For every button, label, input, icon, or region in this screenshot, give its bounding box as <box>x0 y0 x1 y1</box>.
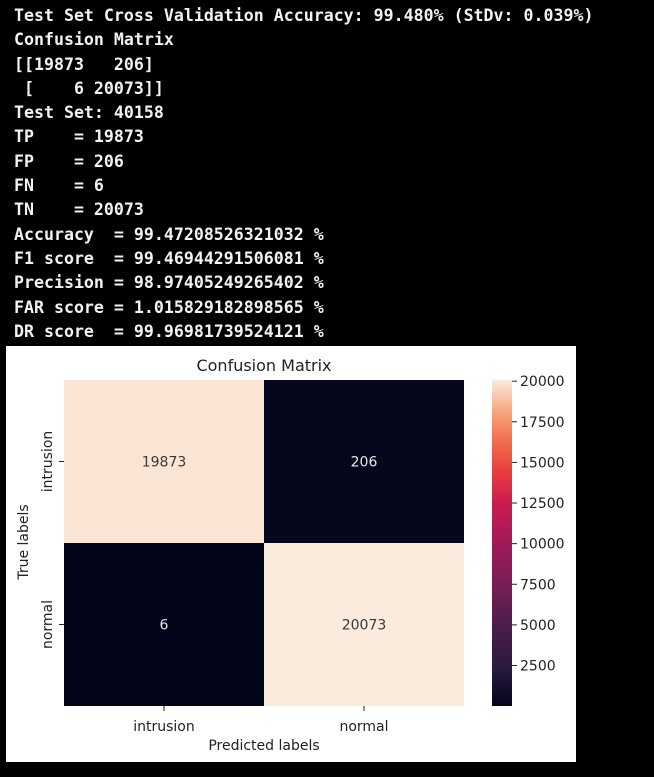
console-line: Precision = 98.97405249265402 % <box>14 273 324 293</box>
console-line: FN = 6 <box>14 176 104 196</box>
colorbar <box>492 380 512 706</box>
confusion-matrix-figure: Confusion Matrix 19873 206 6 20073 20000 175… <box>6 346 576 762</box>
x-tick-label: intrusion <box>133 719 195 735</box>
console-line: Accuracy = 99.47208526321032 % <box>14 224 324 244</box>
console-line: Confusion Matrix <box>14 30 174 50</box>
colorbar-tick-label: 20000 <box>520 374 565 390</box>
console-line: TN = 20073 <box>14 200 144 220</box>
chart-title: Confusion Matrix <box>196 356 331 375</box>
console-line: FP = 206 <box>14 151 124 171</box>
cell-value-label: 19873 <box>142 455 187 471</box>
console-line: Test Set: 40158 <box>14 103 164 123</box>
cell-value-label: 206 <box>351 455 378 471</box>
cell-value-label: 6 <box>160 618 169 634</box>
console-line: [ 6 20073]] <box>14 78 164 98</box>
colorbar-tick-label: 12500 <box>520 496 565 512</box>
colorbar-tick-label: 17500 <box>520 415 565 431</box>
colorbar-tick-label: 10000 <box>520 537 565 553</box>
confusion-matrix-chart: Confusion Matrix 19873 206 6 20073 20000 175… <box>16 356 565 754</box>
colorbar-tick-label: 7500 <box>520 577 556 593</box>
console-line: DR score = 99.96981739524121 % <box>14 321 324 341</box>
colorbar-tick-label: 15000 <box>520 455 565 471</box>
cell-value-label: 20073 <box>342 618 387 634</box>
colorbar-tick-label: 2500 <box>520 658 556 674</box>
x-axis-label: Predicted labels <box>208 738 319 754</box>
console-line: F1 score = 99.46944291506081 % <box>14 248 324 268</box>
y-tick-label: normal <box>40 600 56 649</box>
console-line: [[19873 206] <box>14 54 154 74</box>
console-line: TP = 19873 <box>14 127 144 147</box>
y-tick-label: intrusion <box>40 431 56 493</box>
colorbar-tick-label: 5000 <box>520 618 556 634</box>
console-line: Test Set Cross Validation Accuracy: 99.4… <box>14 6 594 25</box>
console-output: Test Set Cross Validation Accuracy: 99.4… <box>14 4 593 344</box>
x-tick-label: normal <box>339 719 388 735</box>
console-line: FAR score = 1.015829182898565 % <box>14 297 324 317</box>
y-axis-label: True labels <box>16 504 32 580</box>
